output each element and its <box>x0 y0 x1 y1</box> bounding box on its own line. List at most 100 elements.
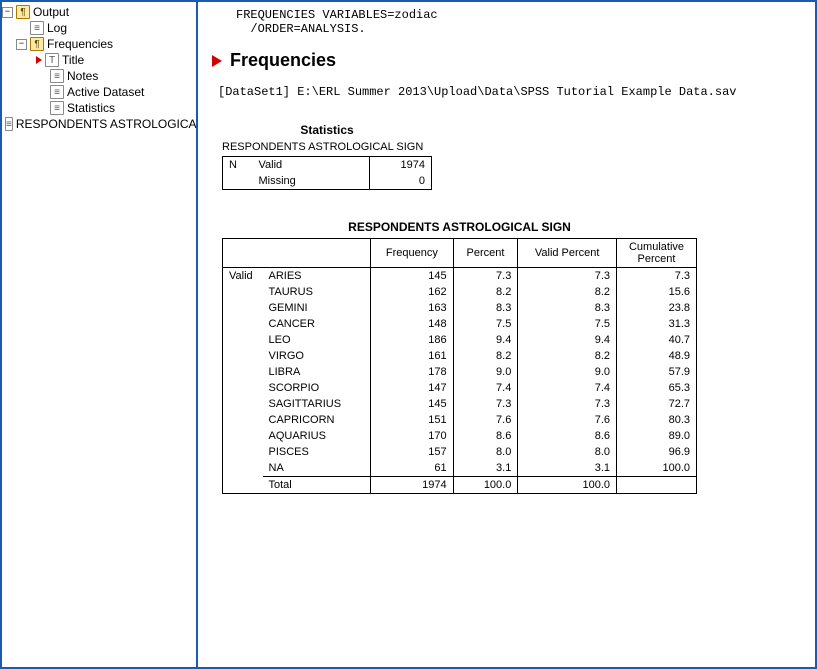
cell-frequency: 145 <box>371 268 454 285</box>
cell-cumulative-percent: 31.3 <box>617 316 697 332</box>
cell-frequency: 147 <box>371 380 454 396</box>
cell-valid-percent: 9.0 <box>518 364 617 380</box>
collapse-icon[interactable]: − <box>2 7 13 18</box>
cell-cumulative-percent: 89.0 <box>617 428 697 444</box>
table-row-total: Total1974100.0100.0 <box>223 477 697 494</box>
tree-label: Statistics <box>67 101 115 115</box>
col-valid-percent: Valid Percent <box>518 239 617 268</box>
frequency-title: RESPONDENTS ASTROLOGICAL SIGN <box>222 220 697 234</box>
table-row: CANCER1487.57.531.3 <box>223 316 697 332</box>
row-label: Total <box>263 477 371 494</box>
tree-item-output[interactable]: − ¶ Output <box>2 4 196 20</box>
row-label: SCORPIO <box>263 380 371 396</box>
output-content[interactable]: FREQUENCIES VARIABLES=zodiac /ORDER=ANAL… <box>198 2 815 667</box>
row-label: ARIES <box>263 268 371 285</box>
missing-value: 0 <box>370 173 432 190</box>
cell-percent: 3.1 <box>453 460 518 477</box>
table-row: SCORPIO1477.47.465.3 <box>223 380 697 396</box>
cell-frequency: 148 <box>371 316 454 332</box>
col-frequency: Frequency <box>371 239 454 268</box>
table-row: VIRGO1618.28.248.9 <box>223 348 697 364</box>
n-label: N <box>223 157 253 174</box>
cell-percent: 9.0 <box>453 364 518 380</box>
valid-value: 1974 <box>370 157 432 174</box>
col-percent: Percent <box>453 239 518 268</box>
cell-cumulative-percent: 40.7 <box>617 332 697 348</box>
cell-cumulative-percent: 48.9 <box>617 348 697 364</box>
tree-item-active-dataset[interactable]: ≡ Active Dataset <box>2 84 196 100</box>
cell-frequency: 157 <box>371 444 454 460</box>
tree-item-statistics[interactable]: ≡ Statistics <box>2 100 196 116</box>
tree-item-respondents[interactable]: ≡ RESPONDENTS ASTROLOGICAL SIGN <box>2 116 196 132</box>
cell-percent: 8.0 <box>453 444 518 460</box>
tree-label: Title <box>62 53 84 67</box>
missing-label: Missing <box>253 173 370 190</box>
cell-valid-percent: 8.3 <box>518 300 617 316</box>
cell-valid-percent: 8.0 <box>518 444 617 460</box>
tree-item-frequencies[interactable]: − ¶ Frequencies <box>2 36 196 52</box>
cell-percent: 7.4 <box>453 380 518 396</box>
tree-label: Frequencies <box>47 37 113 51</box>
tree-label: Output <box>33 5 69 19</box>
dataset-icon: ≡ <box>50 85 64 99</box>
notes-icon: ≡ <box>50 69 64 83</box>
cell-cumulative-percent: 7.3 <box>617 268 697 285</box>
tree-label: Notes <box>67 69 98 83</box>
valid-label: Valid <box>253 157 370 174</box>
cell-frequency: 163 <box>371 300 454 316</box>
col-blank <box>223 239 371 268</box>
cell-cumulative-percent: 57.9 <box>617 364 697 380</box>
table-row: SAGITTARIUS1457.37.372.7 <box>223 396 697 412</box>
cell-cumulative-percent: 23.8 <box>617 300 697 316</box>
cell-frequency: 151 <box>371 412 454 428</box>
cell-cumulative-percent: 96.9 <box>617 444 697 460</box>
title-icon: T <box>45 53 59 67</box>
cell-valid-percent: 7.6 <box>518 412 617 428</box>
cell-frequency: 1974 <box>371 477 454 494</box>
cell-percent: 9.4 <box>453 332 518 348</box>
statistics-subtitle: RESPONDENTS ASTROLOGICAL SIGN <box>222 141 432 154</box>
cell-valid-percent: 7.5 <box>518 316 617 332</box>
cell-valid-percent: 3.1 <box>518 460 617 477</box>
cell-valid-percent: 8.2 <box>518 284 617 300</box>
cell-valid-percent: 100.0 <box>518 477 617 494</box>
tree-item-log[interactable]: ≡ Log <box>2 20 196 36</box>
statistics-table[interactable]: Statistics RESPONDENTS ASTROLOGICAL SIGN… <box>222 123 432 190</box>
collapse-icon[interactable]: − <box>16 39 27 50</box>
table-row: TAURUS1628.28.215.6 <box>223 284 697 300</box>
tree-item-title[interactable]: T Title <box>2 52 196 68</box>
row-label: LIBRA <box>263 364 371 380</box>
statistics-title: Statistics <box>222 123 432 137</box>
row-label: NA <box>263 460 371 477</box>
tree-label: RESPONDENTS ASTROLOGICAL SIGN <box>16 117 198 131</box>
row-label: PISCES <box>263 444 371 460</box>
row-label: VIRGO <box>263 348 371 364</box>
table-row: NA613.13.1100.0 <box>223 460 697 477</box>
table-row: AQUARIUS1708.68.689.0 <box>223 428 697 444</box>
cell-valid-percent: 8.2 <box>518 348 617 364</box>
cell-valid-percent: 7.3 <box>518 396 617 412</box>
table-row: GEMINI1638.38.323.8 <box>223 300 697 316</box>
cell-valid-percent: 7.4 <box>518 380 617 396</box>
row-label: SAGITTARIUS <box>263 396 371 412</box>
cell-percent: 8.2 <box>453 348 518 364</box>
cell-percent: 8.6 <box>453 428 518 444</box>
frequency-table[interactable]: RESPONDENTS ASTROLOGICAL SIGN Frequency … <box>222 220 697 494</box>
cell-cumulative-percent: 72.7 <box>617 396 697 412</box>
cell-percent: 8.2 <box>453 284 518 300</box>
cell-frequency: 186 <box>371 332 454 348</box>
row-label: LEO <box>263 332 371 348</box>
cell-frequency: 161 <box>371 348 454 364</box>
cell-cumulative-percent: 80.3 <box>617 412 697 428</box>
cell-valid-percent: 9.4 <box>518 332 617 348</box>
cell-percent: 7.5 <box>453 316 518 332</box>
group-label: Valid <box>223 268 263 494</box>
output-icon: ¶ <box>16 5 30 19</box>
cell-frequency: 178 <box>371 364 454 380</box>
cell-frequency: 170 <box>371 428 454 444</box>
row-label: CAPRICORN <box>263 412 371 428</box>
log-icon: ≡ <box>30 21 44 35</box>
outline-sidebar[interactable]: − ¶ Output ≡ Log − ¶ Frequencies T Title… <box>2 2 198 667</box>
cell-valid-percent: 7.3 <box>518 268 617 285</box>
tree-item-notes[interactable]: ≡ Notes <box>2 68 196 84</box>
